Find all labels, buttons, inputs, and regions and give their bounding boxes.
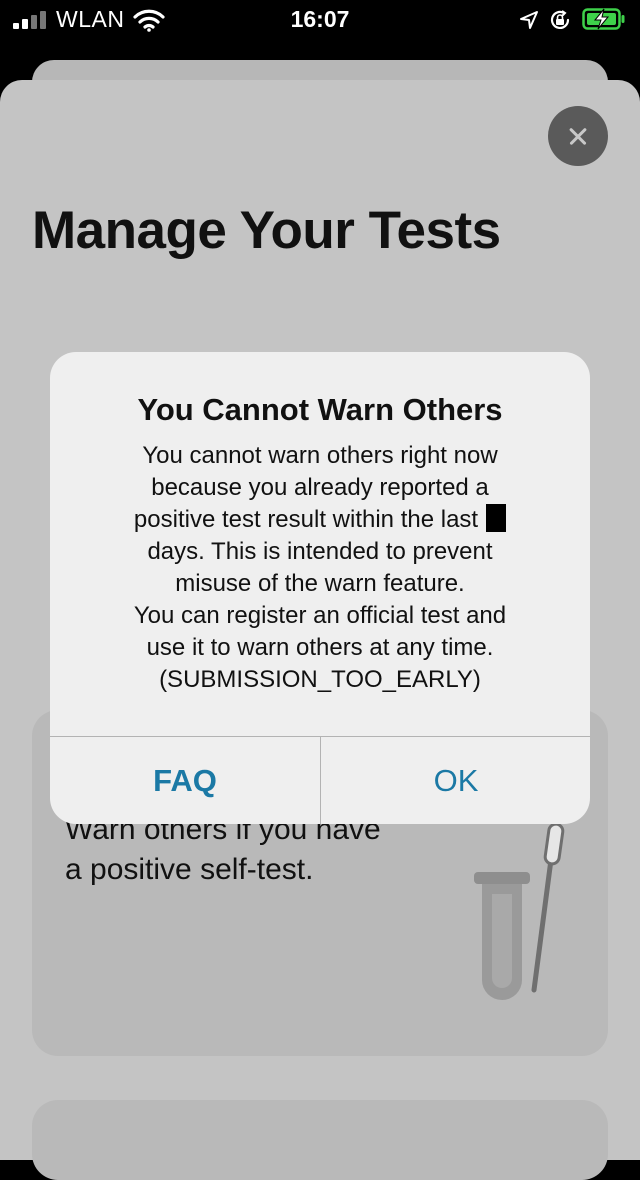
alert-message: You cannot warn others right now because… (133, 442, 507, 693)
page-title: Manage Your Tests (32, 201, 501, 260)
alert-dialog: You Cannot Warn Others You cannot warn o… (50, 352, 590, 824)
next-card[interactable] (32, 1100, 608, 1180)
ok-button[interactable]: OK (321, 737, 590, 824)
status-bar: WLAN 16:07 (0, 0, 640, 40)
close-button[interactable] (548, 106, 608, 166)
battery-charging-icon (582, 8, 625, 30)
status-time: 16:07 (290, 6, 350, 32)
test-tube-icon (474, 822, 565, 1000)
redacted-block (486, 504, 507, 532)
faq-button[interactable]: FAQ (50, 737, 320, 824)
alert-title: You Cannot Warn Others (137, 392, 503, 427)
location-icon (520, 11, 538, 29)
orientation-lock-icon (550, 10, 570, 29)
